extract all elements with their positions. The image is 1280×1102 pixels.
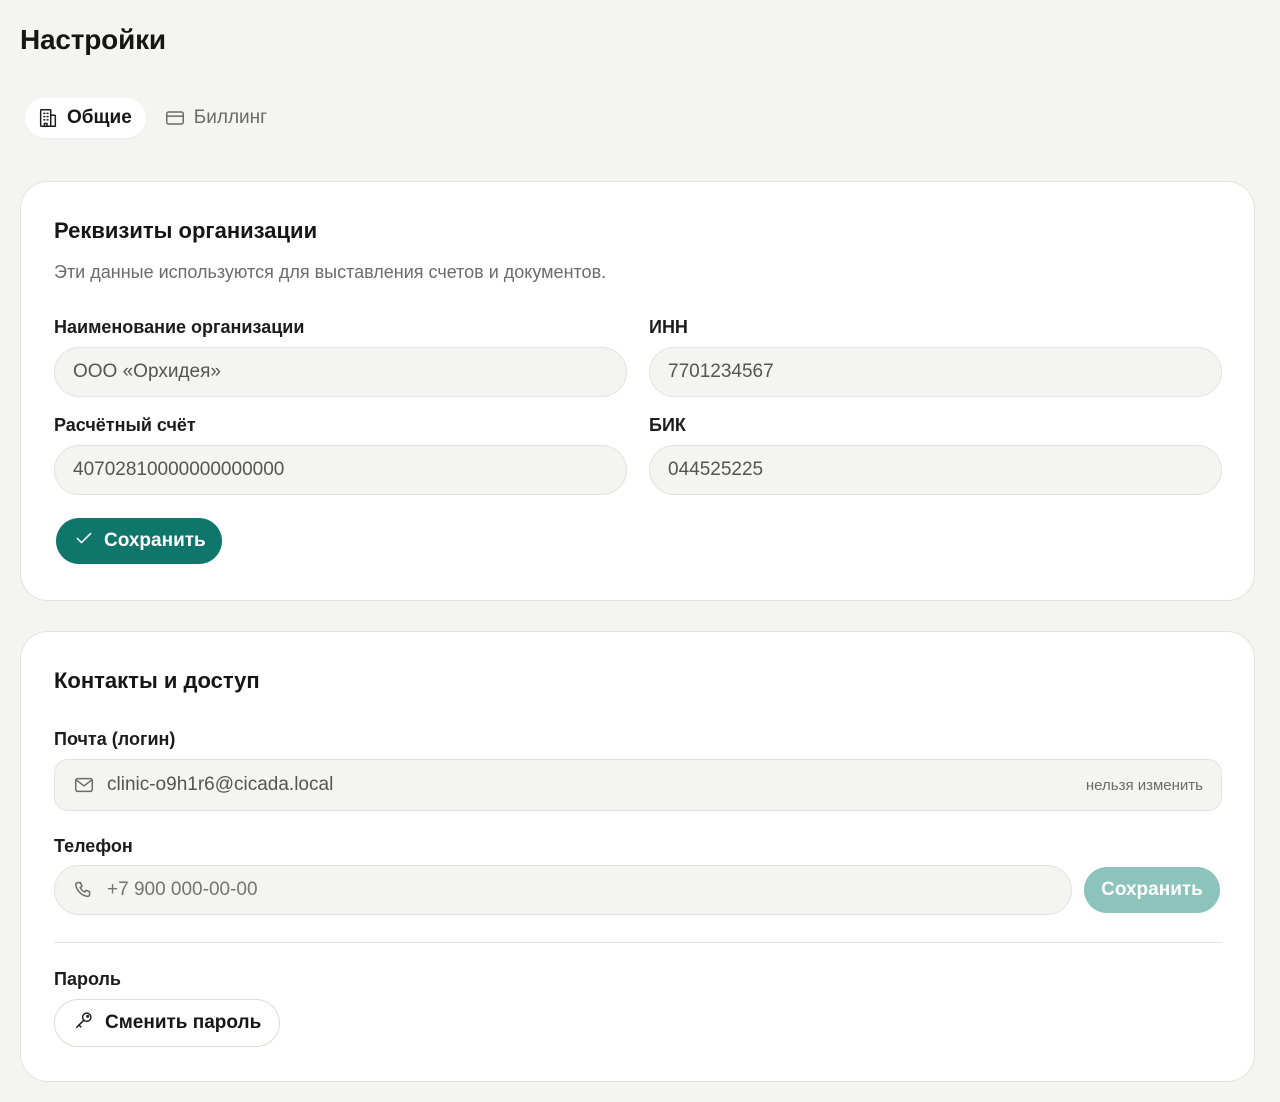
page-title: Настройки xyxy=(20,24,166,55)
settings-tabs: Общие Биллинг xyxy=(25,98,281,138)
account-input[interactable] xyxy=(54,445,627,495)
credit-card-icon xyxy=(164,107,186,129)
contacts-card: Контакты и доступ Почта (логин) нельзя и… xyxy=(20,631,1255,1082)
check-icon xyxy=(74,528,94,554)
tab-general-label: Общие xyxy=(67,107,132,128)
phone-label: Телефон xyxy=(54,836,133,856)
building-icon xyxy=(37,107,59,129)
change-password-label: Сменить пароль xyxy=(105,1012,262,1033)
key-icon xyxy=(73,1009,95,1037)
tab-billing-label: Биллинг xyxy=(193,107,268,128)
phone-icon xyxy=(73,879,95,901)
email-label: Почта (логин) xyxy=(54,729,176,749)
mail-icon xyxy=(73,774,95,796)
phone-input[interactable] xyxy=(107,879,1053,901)
settings-page: Настройки Общие Биллинг Реквизиты органи… xyxy=(0,0,1280,1102)
email-readonly-note: нельзя изменить xyxy=(1085,776,1203,794)
contacts-title: Контакты и доступ xyxy=(54,668,260,693)
password-label: Пароль xyxy=(54,969,121,989)
org-name-input[interactable] xyxy=(54,347,627,397)
bik-input[interactable] xyxy=(649,445,1222,495)
org-details-title: Реквизиты организации xyxy=(54,218,318,243)
org-name-label: Наименование организации xyxy=(54,317,305,337)
org-details-card: Реквизиты организации Эти данные использ… xyxy=(20,181,1255,601)
phone-field[interactable] xyxy=(54,865,1072,915)
inn-label: ИНН xyxy=(649,317,688,337)
bik-label: БИК xyxy=(649,415,686,435)
save-org-button[interactable]: Сохранить xyxy=(56,518,222,564)
save-org-label: Сохранить xyxy=(104,530,206,551)
org-details-subtitle: Эти данные используются для выставления … xyxy=(54,262,607,282)
save-phone-button[interactable]: Сохранить xyxy=(1084,867,1220,913)
tab-billing[interactable]: Биллинг xyxy=(152,98,281,138)
change-password-button[interactable]: Сменить пароль xyxy=(54,999,281,1047)
email-input xyxy=(107,774,1086,796)
tab-general[interactable]: Общие xyxy=(25,98,146,138)
email-field: нельзя изменить xyxy=(54,759,1222,811)
inn-input[interactable] xyxy=(649,347,1222,397)
section-divider xyxy=(54,942,1222,943)
account-label: Расчётный счёт xyxy=(54,415,196,435)
